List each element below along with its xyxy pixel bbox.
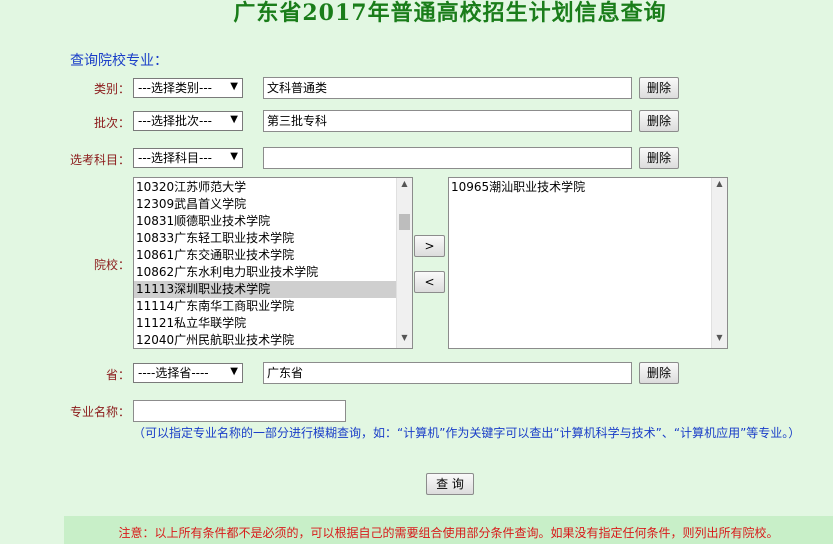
category-field[interactable]: 文科普通类 (263, 77, 632, 99)
province-delete-button[interactable]: 删除 (639, 362, 679, 384)
school-option[interactable]: 12309武昌首义学院 (134, 196, 397, 213)
major-hint: （可以指定专业名称的一部分进行模糊查询，如：“计算机”作为关键字可以查出“计算机… (133, 426, 801, 440)
school-option[interactable]: 11114广东南华工商职业学院 (134, 298, 397, 315)
batch-select[interactable]: ---选择批次--- ▼ (133, 111, 243, 131)
add-school-button[interactable]: > (414, 235, 445, 257)
province-select-value: ----选择省---- (138, 366, 209, 380)
batch-label: 批次： (93, 116, 130, 130)
scroll-up-icon[interactable]: ▲ (712, 179, 727, 193)
scroll-thumb[interactable] (399, 214, 410, 230)
subject-label: 选考科目： (69, 153, 130, 167)
subject-select-value: ---选择科目--- (138, 151, 212, 165)
batch-delete-button[interactable]: 删除 (639, 110, 679, 132)
school-chosen-list[interactable]: 10965潮汕职业技术学院 ▲ ▼ (448, 177, 728, 349)
school-option[interactable]: 12040广州民航职业技术学院 (134, 332, 397, 348)
scroll-down-icon[interactable]: ▼ (712, 333, 727, 347)
chosen-school-option[interactable]: 10965潮汕职业技术学院 (449, 179, 712, 196)
school-option[interactable]: 10831顺德职业技术学院 (134, 213, 397, 230)
category-select[interactable]: ---选择类别--- ▼ (133, 78, 243, 98)
province-select[interactable]: ----选择省---- ▼ (133, 363, 243, 383)
major-label: 专业名称： (69, 405, 130, 419)
query-button[interactable]: 查 询 (426, 473, 474, 495)
subject-select[interactable]: ---选择科目--- ▼ (133, 148, 243, 168)
subject-delete-button[interactable]: 删除 (639, 147, 679, 169)
chevron-down-icon: ▼ (230, 366, 238, 377)
school-option[interactable]: 10833广东轻工职业技术学院 (134, 230, 397, 247)
province-label: 省： (105, 368, 130, 382)
school-option[interactable]: 10862广东水利电力职业技术学院 (134, 264, 397, 281)
category-delete-button[interactable]: 删除 (639, 77, 679, 99)
school-available-list[interactable]: 10320江苏师范大学 12309武昌首义学院 10831顺德职业技术学院 10833… (133, 177, 413, 349)
school-option[interactable]: 11121私立华联学院 (134, 315, 397, 332)
school-option[interactable]: 11113深圳职业技术学院 (134, 281, 397, 298)
major-name-input[interactable] (133, 400, 346, 422)
page-title: 广东省2017年普通高校招生计划信息查询 (233, 0, 667, 26)
school-list-scrollbar[interactable]: ▲ ▼ (396, 178, 412, 348)
category-select-value: ---选择类别--- (138, 81, 212, 95)
remove-school-button[interactable]: < (414, 271, 445, 293)
school-label: 院校： (93, 258, 130, 272)
batch-field[interactable]: 第三批专科 (263, 110, 632, 132)
chevron-down-icon: ▼ (230, 114, 238, 125)
school-option[interactable]: 10861广东交通职业技术学院 (134, 247, 397, 264)
chevron-down-icon: ▼ (230, 151, 238, 162)
category-label: 类别： (93, 82, 130, 96)
subject-field[interactable] (263, 147, 632, 169)
chevron-down-icon: ▼ (230, 81, 238, 92)
school-option[interactable]: 10320江苏师范大学 (134, 179, 397, 196)
chosen-list-scrollbar[interactable]: ▲ ▼ (711, 178, 727, 348)
section-label: 查询院校专业： (70, 53, 168, 69)
scroll-down-icon[interactable]: ▼ (397, 333, 412, 347)
scroll-up-icon[interactable]: ▲ (397, 179, 412, 193)
note-text: 注意：以上所有条件都不是必须的，可以根据自己的需要组合使用部分条件查询。如果没有… (64, 516, 833, 544)
province-field[interactable]: 广东省 (263, 362, 632, 384)
batch-select-value: ---选择批次--- (138, 114, 212, 128)
